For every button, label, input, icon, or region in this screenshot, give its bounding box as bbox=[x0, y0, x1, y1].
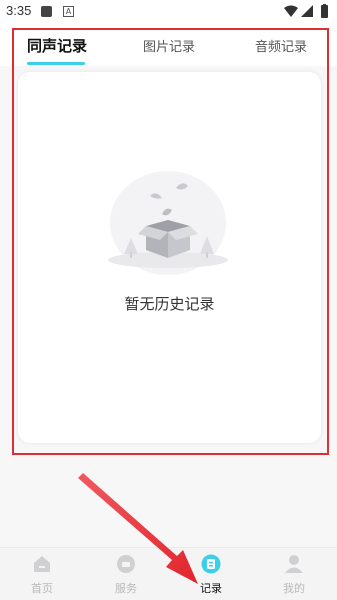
empty-state-message: 暂无历史记录 bbox=[124, 295, 215, 313]
home-icon bbox=[34, 556, 50, 572]
app-screen: 3:35 A 同声记录 图片记录 音频记录 暂无历史记录 首页 服务 记录 我的 bbox=[0, 0, 337, 600]
status-bar: 3:35 A bbox=[0, 0, 337, 26]
record-list-card: 暂无历史记录 bbox=[18, 72, 321, 443]
active-tab-indicator bbox=[27, 62, 85, 65]
a-icon: A bbox=[63, 6, 74, 17]
nav-label-profile: 我的 bbox=[283, 582, 305, 595]
record-icon bbox=[201, 554, 221, 574]
bottom-nav: 首页 服务 记录 我的 bbox=[0, 547, 337, 600]
nav-label-service: 服务 bbox=[115, 582, 137, 595]
service-icon bbox=[117, 555, 135, 573]
nav-label-home: 首页 bbox=[31, 582, 53, 595]
nav-item-home[interactable]: 首页 bbox=[12, 554, 72, 600]
notification-icon bbox=[41, 6, 52, 17]
empty-box-illustration bbox=[108, 171, 228, 275]
nav-item-profile[interactable]: 我的 bbox=[264, 554, 324, 600]
nav-item-service[interactable]: 服务 bbox=[96, 554, 156, 600]
status-icons bbox=[284, 4, 328, 18]
wifi-icon bbox=[284, 5, 298, 17]
signal-icon bbox=[301, 5, 313, 17]
tab-image-record[interactable]: 图片记录 bbox=[143, 36, 195, 55]
tab-simultaneous-record[interactable]: 同声记录 bbox=[27, 35, 87, 56]
battery-icon bbox=[321, 5, 328, 18]
record-tabs: 同声记录 图片记录 音频记录 bbox=[0, 26, 337, 66]
profile-icon bbox=[285, 555, 303, 573]
status-time: 3:35 bbox=[6, 3, 32, 18]
nav-item-record[interactable]: 记录 bbox=[181, 554, 241, 600]
tab-audio-record[interactable]: 音频记录 bbox=[255, 36, 307, 55]
nav-label-record: 记录 bbox=[200, 582, 222, 595]
